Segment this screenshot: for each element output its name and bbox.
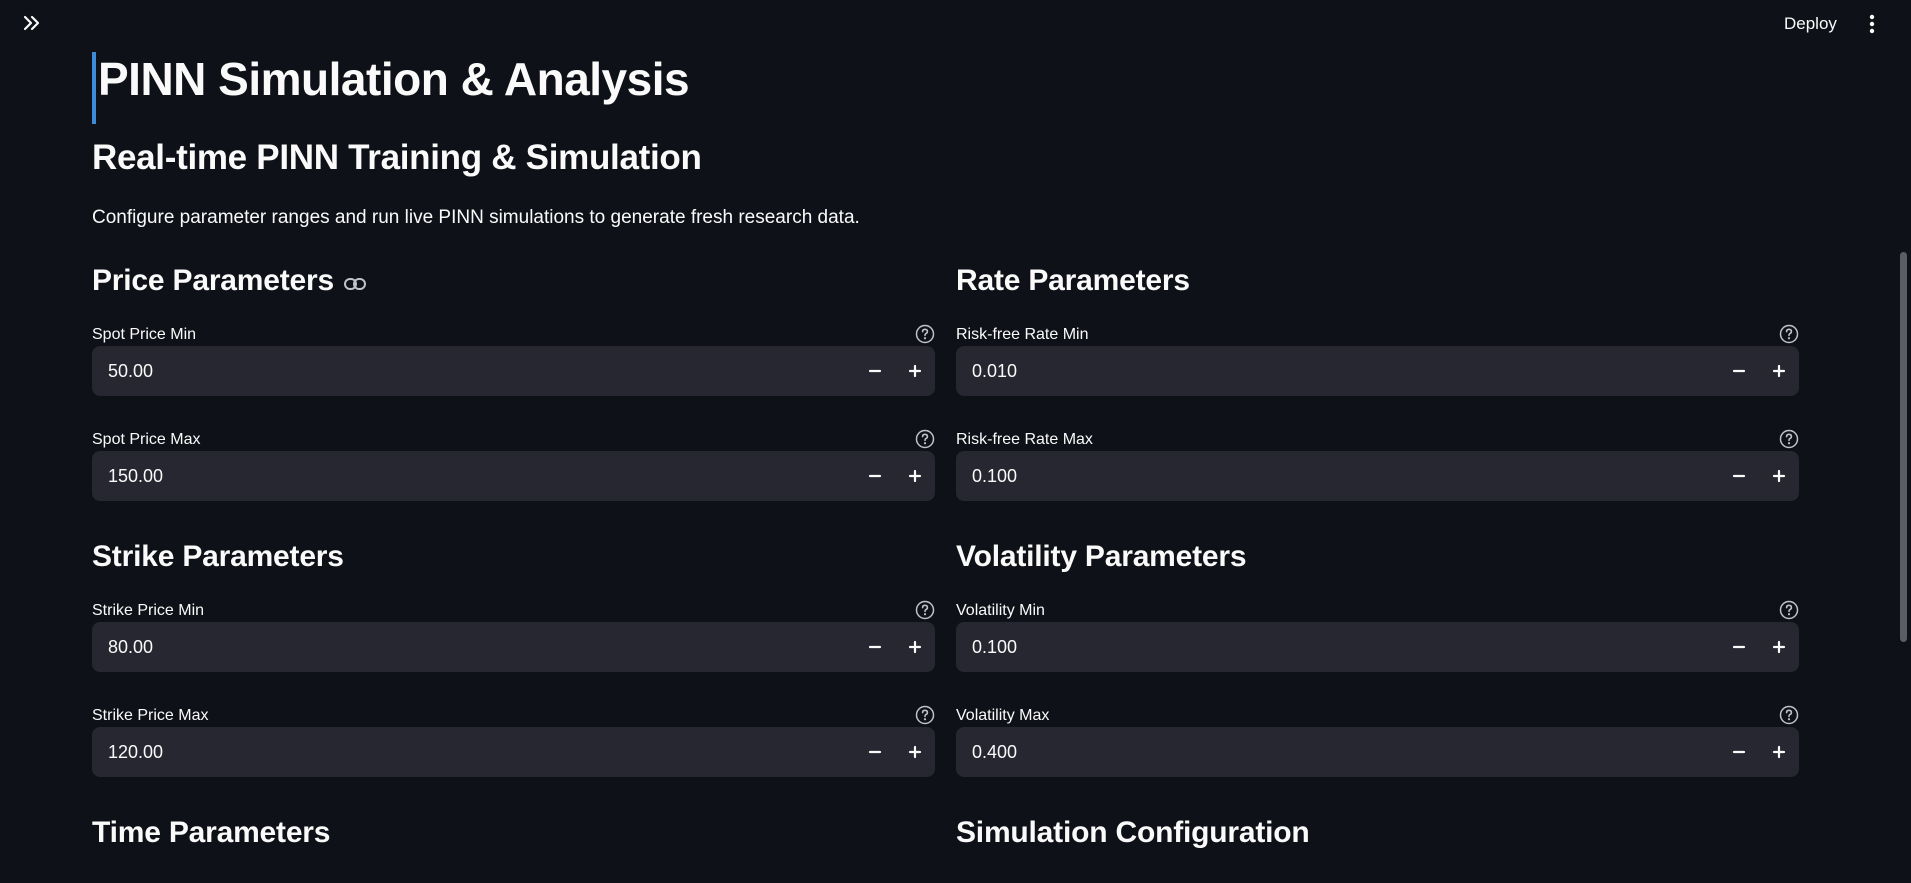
strike-price-min-input[interactable]: 80.00 xyxy=(92,622,935,672)
section-title-strike: Strike Parameters xyxy=(92,540,344,573)
volatility-min-value[interactable]: 0.100 xyxy=(972,622,1017,672)
increment-button[interactable] xyxy=(1759,622,1799,672)
volatility-max-value[interactable]: 0.400 xyxy=(972,727,1017,777)
increment-button[interactable] xyxy=(895,451,935,501)
strike-price-max-input[interactable]: 120.00 xyxy=(92,727,935,777)
vertical-scrollbar[interactable] xyxy=(1900,252,1907,642)
page-description: Configure parameter ranges and run live … xyxy=(92,207,860,228)
risk-free-rate-max-input[interactable]: 0.100 xyxy=(956,451,1799,501)
decrement-button[interactable] xyxy=(1719,346,1759,396)
help-icon[interactable] xyxy=(1779,324,1799,344)
risk-free-rate-min-input[interactable]: 0.010 xyxy=(956,346,1799,396)
deploy-button[interactable]: Deploy xyxy=(1778,12,1843,36)
help-icon[interactable] xyxy=(915,429,935,449)
top-bar: Deploy xyxy=(0,0,1911,48)
strike-price-min-label: Strike Price Min xyxy=(92,602,205,619)
page-subheader: Real-time PINN Training & Simulation xyxy=(92,138,702,177)
volatility-max-input[interactable]: 0.400 xyxy=(956,727,1799,777)
main-menu-icon[interactable] xyxy=(1862,11,1882,37)
help-icon[interactable] xyxy=(1779,600,1799,620)
spot-price-min-input[interactable]: 50.00 xyxy=(92,346,935,396)
risk-free-rate-max-label: Risk-free Rate Max xyxy=(956,431,1093,448)
help-icon[interactable] xyxy=(915,705,935,725)
help-icon[interactable] xyxy=(915,600,935,620)
help-icon[interactable] xyxy=(915,324,935,344)
volatility-min-label: Volatility Min xyxy=(956,602,1045,619)
increment-button[interactable] xyxy=(1759,346,1799,396)
spot-price-max-input[interactable]: 150.00 xyxy=(92,451,935,501)
anchor-link-icon[interactable] xyxy=(343,265,366,299)
decrement-button[interactable] xyxy=(1719,727,1759,777)
section-title-rate: Rate Parameters xyxy=(956,264,1190,297)
risk-free-rate-min-value[interactable]: 0.010 xyxy=(972,346,1017,396)
section-title-volatility: Volatility Parameters xyxy=(956,540,1247,573)
volatility-max-label: Volatility Max xyxy=(956,707,1050,724)
decrement-button[interactable] xyxy=(855,451,895,501)
spot-price-max-label: Spot Price Max xyxy=(92,431,201,448)
section-title-price-label: Price Parameters xyxy=(92,264,334,297)
increment-button[interactable] xyxy=(895,622,935,672)
expand-sidebar-icon[interactable] xyxy=(20,11,44,35)
decrement-button[interactable] xyxy=(855,346,895,396)
page-title: PINN Simulation & Analysis xyxy=(92,52,690,124)
increment-button[interactable] xyxy=(895,346,935,396)
increment-button[interactable] xyxy=(1759,727,1799,777)
help-icon[interactable] xyxy=(1779,705,1799,725)
decrement-button[interactable] xyxy=(855,727,895,777)
decrement-button[interactable] xyxy=(1719,451,1759,501)
section-title-simulation: Simulation Configuration xyxy=(956,816,1310,849)
risk-free-rate-max-value[interactable]: 0.100 xyxy=(972,451,1017,501)
help-icon[interactable] xyxy=(1779,429,1799,449)
spot-price-max-value[interactable]: 150.00 xyxy=(108,451,163,501)
section-title-price: Price Parameters xyxy=(92,264,366,299)
strike-price-min-value[interactable]: 80.00 xyxy=(108,622,153,672)
risk-free-rate-min-label: Risk-free Rate Min xyxy=(956,326,1089,343)
spot-price-min-label: Spot Price Min xyxy=(92,326,197,343)
increment-button[interactable] xyxy=(1759,451,1799,501)
spot-price-min-value[interactable]: 50.00 xyxy=(108,346,153,396)
decrement-button[interactable] xyxy=(1719,622,1759,672)
increment-button[interactable] xyxy=(895,727,935,777)
strike-price-max-label: Strike Price Max xyxy=(92,707,209,724)
section-title-time: Time Parameters xyxy=(92,816,331,849)
strike-price-max-value[interactable]: 120.00 xyxy=(108,727,163,777)
volatility-min-input[interactable]: 0.100 xyxy=(956,622,1799,672)
decrement-button[interactable] xyxy=(855,622,895,672)
